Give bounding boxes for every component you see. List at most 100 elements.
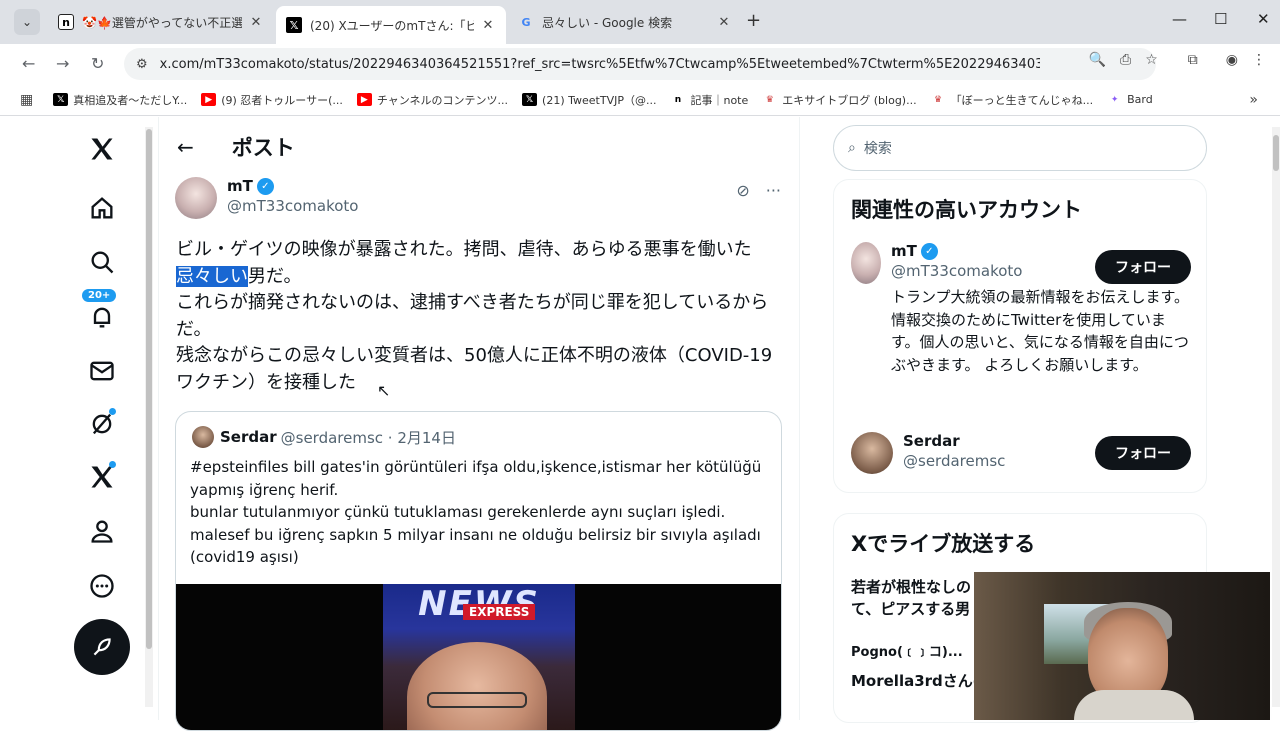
feather-icon (93, 638, 111, 656)
bookmark-star-icon[interactable]: ☆ (1145, 52, 1158, 68)
express-label: EXPRESS (463, 604, 536, 620)
follow-button[interactable]: フォロー (1095, 250, 1191, 284)
avatar[interactable] (175, 177, 217, 219)
x-logo-icon[interactable] (70, 129, 134, 169)
install-icon[interactable]: ⎙ (1120, 52, 1131, 68)
person-face (407, 642, 547, 730)
left-scrollbar-thumb[interactable] (146, 129, 152, 649)
live-item-user[interactable]: Pogno(﹝﹞コ)... (851, 642, 963, 664)
quoted-post-text: #epsteinfiles bill gates'in görüntüleri … (190, 458, 762, 566)
reload-icon[interactable]: ↻ (91, 54, 104, 73)
live-item-title[interactable]: 若者が根性なしの (851, 576, 971, 598)
account-card[interactable]: mT ✓ @mT33comakoto トランプ大統領の最新情報をお伝えします。 情… (851, 242, 1191, 376)
compose-post-button[interactable] (74, 619, 130, 675)
address-bar[interactable]: ⚙ x.com/mT33comakoto/status/202294634036… (124, 48, 1156, 80)
close-icon[interactable]: ✕ (248, 15, 264, 30)
bookmark-item[interactable]: ✦ Bard (1107, 93, 1153, 106)
bookmark-item[interactable]: 𝕏 真相追及者～ただしY... (53, 92, 187, 108)
glasses-shape (427, 692, 527, 708)
close-icon[interactable]: ✕ (480, 18, 496, 33)
tab-notion[interactable]: n 🤡🍁選管がやってない不正選挙 ✕ (48, 6, 274, 38)
left-nav: 20+ (70, 117, 134, 720)
bookmark-item[interactable]: ♛ 「ぼーっと生きてんじゃね... (930, 92, 1093, 108)
youtube-icon: ▶ (201, 93, 217, 106)
webcam-overlay (974, 572, 1270, 720)
panel-title: Xでライブ放送する (851, 532, 1036, 556)
bookmark-item[interactable]: 𝕏 (21) TweetTVJP（@... (522, 92, 656, 108)
profile-avatar[interactable]: ◉ (1226, 52, 1238, 68)
profile-icon[interactable] (70, 511, 134, 551)
tab-search-button[interactable]: ⌄ (14, 9, 40, 35)
maximize-icon[interactable]: ☐ (1214, 10, 1227, 28)
quoted-post[interactable]: Serdar @serdaremsc · 2月14日 #epsteinfiles… (175, 411, 782, 731)
google-icon: G (521, 15, 531, 29)
zoom-icon[interactable]: 🔍 (1089, 52, 1106, 68)
mouse-cursor-icon: ↖ (377, 381, 391, 400)
youtube-icon: ▶ (356, 93, 372, 106)
avatar (192, 426, 214, 448)
bookmarks-bar: ▦ 𝕏 真相追及者～ただしY... ▶ (9) 忍者トゥルーサー(... ▶ チャンネ… (0, 84, 1280, 116)
person-body (1074, 690, 1194, 720)
back-icon[interactable]: ← (22, 54, 35, 73)
post-text-line: ビル・ゲイツの映像が暴露された。拷問、虐待、あらゆる悪事を働いた (176, 239, 752, 260)
minimize-icon[interactable]: — (1172, 10, 1187, 28)
tab-x-post[interactable]: 𝕏 (20) XユーザーのmTさん:「ビル・ゲイ ✕ (276, 6, 506, 44)
notifications-badge: 20+ (82, 289, 117, 302)
author-name[interactable]: mT ✓ (227, 177, 358, 195)
notifications-icon[interactable]: 20+ (70, 289, 134, 337)
apps-grid-icon[interactable]: ▦ (20, 92, 33, 108)
live-item-title[interactable]: Morella3rdさんの (851, 670, 988, 692)
avatar[interactable] (851, 242, 881, 284)
excite-icon: ♛ (930, 93, 946, 106)
x-icon: 𝕏 (522, 93, 538, 106)
back-arrow-icon[interactable]: ← (177, 135, 194, 159)
bookmark-item[interactable]: ♛ エキサイトブログ (blog)... (762, 92, 917, 108)
close-window-icon[interactable]: ✕ (1257, 10, 1270, 28)
verified-badge-icon: ✓ (920, 242, 938, 260)
more-icon[interactable] (70, 566, 134, 606)
post-text-line: 忌々しい男だ。 (176, 265, 302, 287)
premium-x-icon[interactable] (70, 457, 134, 497)
tab-title: 忌々しい - Google 検索 (542, 15, 673, 30)
avatar[interactable] (851, 432, 893, 474)
extensions-icon[interactable]: ⧉ (1188, 52, 1198, 68)
quoted-author-meta: @serdaremsc · 2月14日 (280, 428, 456, 447)
tab-title: 🤡🍁選管がやってない不正選挙 (82, 15, 242, 30)
forward-icon[interactable]: → (56, 54, 69, 73)
menu-icon[interactable]: ⋮ (1252, 52, 1266, 68)
follow-button[interactable]: フォロー (1095, 436, 1191, 470)
tab-title: (20) XユーザーのmTさん:「ビル・ゲイ (310, 18, 474, 33)
search-icon: ⌕ (848, 140, 856, 156)
messages-icon[interactable] (70, 351, 134, 391)
panel-title: 関連性の高いアカウント (851, 198, 1082, 222)
close-icon[interactable]: ✕ (716, 15, 732, 30)
account-bio: トランプ大統領の最新情報をお伝えします。 情報交換のためにTwitterを使用し… (891, 288, 1190, 374)
excite-icon: ♛ (762, 93, 778, 106)
search-input[interactable]: ⌕ 検索 (833, 125, 1207, 171)
bookmark-item[interactable]: ▶ チャンネルのコンテンツ... (356, 92, 508, 108)
live-item-title[interactable]: て、ピアスする男 (851, 598, 970, 620)
toolbar: ← → ↻ ⚙ x.com/mT33comakoto/status/202294… (0, 44, 1280, 84)
bookmark-item[interactable]: ▶ (9) 忍者トゥルーサー(... (201, 92, 343, 108)
tab-strip: ⌄ n 🤡🍁選管がやってない不正選挙 ✕ 𝕏 (20) XユーザーのmTさん:「… (0, 0, 1280, 44)
post-author: mT ✓ @mT33comakoto (175, 177, 358, 219)
new-tab-button[interactable]: + (746, 10, 761, 31)
relevant-accounts-panel: 関連性の高いアカウント mT ✓ @mT33comakoto トランプ大統領の最新… (833, 179, 1207, 493)
home-icon[interactable] (70, 188, 134, 228)
author-handle[interactable]: @mT33comakoto (227, 197, 358, 215)
grok-icon[interactable]: ⊘ (736, 181, 749, 200)
tab-google-search[interactable]: G 忌々しい - Google 検索 ✕ (508, 6, 742, 38)
url-text: x.com/mT33comakoto/status/20229463403645… (159, 56, 1040, 72)
search-icon[interactable] (70, 242, 134, 282)
quoted-post-header: Serdar @serdaremsc · 2月14日 (192, 426, 456, 448)
right-scrollbar-thumb[interactable] (1273, 135, 1279, 171)
bard-icon: ✦ (1107, 93, 1123, 106)
more-options-icon[interactable]: ··· (766, 181, 781, 200)
more-bookmarks-icon[interactable]: » (1249, 92, 1258, 108)
site-info-icon[interactable]: ⚙ (136, 57, 148, 72)
bookmark-item[interactable]: n 記事｜note (670, 92, 748, 108)
video-thumbnail[interactable]: NEWS EXPRESS (176, 584, 781, 730)
right-scrollbar[interactable] (1272, 127, 1280, 707)
grok-icon[interactable] (70, 404, 134, 444)
account-card[interactable]: Serdar @serdaremsc フォロー (851, 432, 1191, 474)
